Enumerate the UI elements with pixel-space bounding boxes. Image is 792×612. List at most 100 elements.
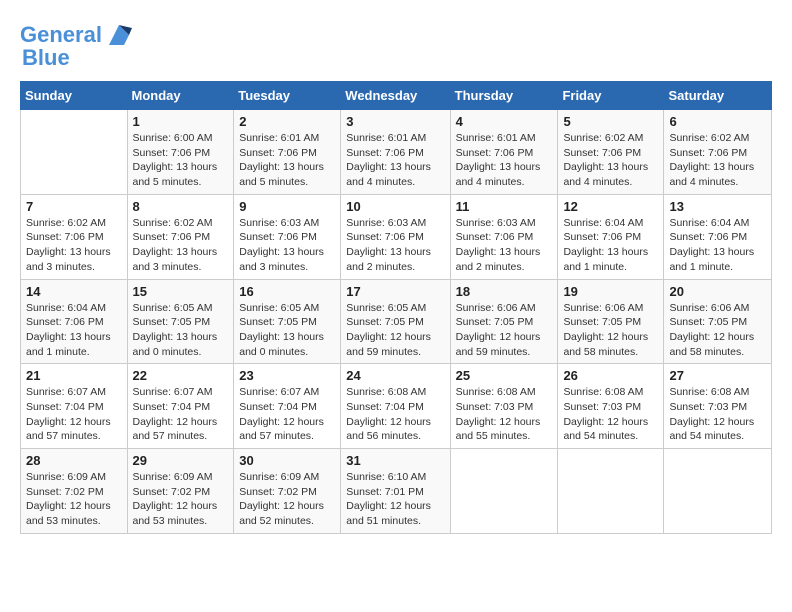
- day-detail: Sunrise: 6:06 AM Sunset: 7:05 PM Dayligh…: [669, 301, 766, 360]
- day-of-week-header: Monday: [127, 82, 234, 110]
- day-detail: Sunrise: 6:03 AM Sunset: 7:06 PM Dayligh…: [346, 216, 444, 275]
- day-detail: Sunrise: 6:02 AM Sunset: 7:06 PM Dayligh…: [669, 131, 766, 190]
- logo: General Blue: [20, 20, 134, 71]
- day-detail: Sunrise: 6:09 AM Sunset: 7:02 PM Dayligh…: [26, 470, 122, 529]
- calendar-cell: 8 Sunrise: 6:02 AM Sunset: 7:06 PM Daylig…: [127, 194, 234, 279]
- day-number: 20: [669, 284, 766, 299]
- day-number: 14: [26, 284, 122, 299]
- day-detail: Sunrise: 6:01 AM Sunset: 7:06 PM Dayligh…: [239, 131, 335, 190]
- day-detail: Sunrise: 6:04 AM Sunset: 7:06 PM Dayligh…: [563, 216, 658, 275]
- day-detail: Sunrise: 6:02 AM Sunset: 7:06 PM Dayligh…: [133, 216, 229, 275]
- calendar-week-row: 21Sunrise: 6:07 AM Sunset: 7:04 PM Dayli…: [21, 364, 772, 449]
- day-detail: Sunrise: 6:07 AM Sunset: 7:04 PM Dayligh…: [239, 385, 335, 444]
- calendar-cell: 15 Sunrise: 6:05 AM Sunset: 7:05 PM Dayli…: [127, 279, 234, 364]
- day-detail: Sunrise: 6:06 AM Sunset: 7:05 PM Dayligh…: [456, 301, 553, 360]
- calendar-cell: 12 Sunrise: 6:04 AM Sunset: 7:06 PM Dayli…: [558, 194, 664, 279]
- day-detail: Sunrise: 6:08 AM Sunset: 7:03 PM Dayligh…: [563, 385, 658, 444]
- calendar-cell: 2 Sunrise: 6:01 AM Sunset: 7:06 PM Daylig…: [234, 110, 341, 195]
- day-detail: Sunrise: 6:05 AM Sunset: 7:05 PM Dayligh…: [239, 301, 335, 360]
- calendar-cell: 6 Sunrise: 6:02 AM Sunset: 7:06 PM Daylig…: [664, 110, 772, 195]
- calendar-cell: 23 Sunrise: 6:07 AM Sunset: 7:04 PM Dayli…: [234, 364, 341, 449]
- day-of-week-header: Tuesday: [234, 82, 341, 110]
- calendar-week-row: 28 Sunrise: 6:09 AM Sunset: 7:02 PM Dayli…: [21, 449, 772, 534]
- calendar-cell: 25Sunrise: 6:08 AM Sunset: 7:03 PM Dayli…: [450, 364, 558, 449]
- day-detail: Sunrise: 6:03 AM Sunset: 7:06 PM Dayligh…: [456, 216, 553, 275]
- calendar-cell: 30 Sunrise: 6:09 AM Sunset: 7:02 PM Dayli…: [234, 449, 341, 534]
- calendar-cell: 14 Sunrise: 6:04 AM Sunset: 7:06 PM Dayli…: [21, 279, 128, 364]
- calendar-cell: 19Sunrise: 6:06 AM Sunset: 7:05 PM Dayli…: [558, 279, 664, 364]
- calendar-cell: 22 Sunrise: 6:07 AM Sunset: 7:04 PM Dayli…: [127, 364, 234, 449]
- day-of-week-header: Friday: [558, 82, 664, 110]
- day-number: 29: [133, 453, 229, 468]
- day-number: 2: [239, 114, 335, 129]
- calendar-cell: 28 Sunrise: 6:09 AM Sunset: 7:02 PM Dayli…: [21, 449, 128, 534]
- day-detail: Sunrise: 6:04 AM Sunset: 7:06 PM Dayligh…: [26, 301, 122, 360]
- day-detail: Sunrise: 6:08 AM Sunset: 7:03 PM Dayligh…: [669, 385, 766, 444]
- calendar-cell: [664, 449, 772, 534]
- day-number: 10: [346, 199, 444, 214]
- day-detail: Sunrise: 6:05 AM Sunset: 7:05 PM Dayligh…: [133, 301, 229, 360]
- calendar-cell: 20 Sunrise: 6:06 AM Sunset: 7:05 PM Dayli…: [664, 279, 772, 364]
- day-detail: Sunrise: 6:05 AM Sunset: 7:05 PM Dayligh…: [346, 301, 444, 360]
- day-detail: Sunrise: 6:03 AM Sunset: 7:06 PM Dayligh…: [239, 216, 335, 275]
- day-number: 22: [133, 368, 229, 383]
- day-number: 4: [456, 114, 553, 129]
- day-of-week-header: Sunday: [21, 82, 128, 110]
- calendar-cell: 9Sunrise: 6:03 AM Sunset: 7:06 PM Daylig…: [234, 194, 341, 279]
- calendar-cell: 13 Sunrise: 6:04 AM Sunset: 7:06 PM Dayli…: [664, 194, 772, 279]
- calendar-cell: 5 Sunrise: 6:02 AM Sunset: 7:06 PM Daylig…: [558, 110, 664, 195]
- day-of-week-header: Saturday: [664, 82, 772, 110]
- day-detail: Sunrise: 6:00 AM Sunset: 7:06 PM Dayligh…: [133, 131, 229, 190]
- day-detail: Sunrise: 6:02 AM Sunset: 7:06 PM Dayligh…: [563, 131, 658, 190]
- day-number: 30: [239, 453, 335, 468]
- day-number: 24: [346, 368, 444, 383]
- calendar-cell: 27 Sunrise: 6:08 AM Sunset: 7:03 PM Dayli…: [664, 364, 772, 449]
- day-number: 15: [133, 284, 229, 299]
- day-number: 18: [456, 284, 553, 299]
- day-detail: Sunrise: 6:07 AM Sunset: 7:04 PM Dayligh…: [26, 385, 122, 444]
- day-number: 16: [239, 284, 335, 299]
- day-detail: Sunrise: 6:08 AM Sunset: 7:03 PM Dayligh…: [456, 385, 553, 444]
- day-detail: Sunrise: 6:08 AM Sunset: 7:04 PM Dayligh…: [346, 385, 444, 444]
- calendar-week-row: 14 Sunrise: 6:04 AM Sunset: 7:06 PM Dayli…: [21, 279, 772, 364]
- calendar-week-row: 7 Sunrise: 6:02 AM Sunset: 7:06 PM Daylig…: [21, 194, 772, 279]
- day-number: 23: [239, 368, 335, 383]
- day-number: 17: [346, 284, 444, 299]
- day-detail: Sunrise: 6:06 AM Sunset: 7:05 PM Dayligh…: [563, 301, 658, 360]
- calendar-cell: 17 Sunrise: 6:05 AM Sunset: 7:05 PM Dayli…: [341, 279, 450, 364]
- calendar-cell: 7 Sunrise: 6:02 AM Sunset: 7:06 PM Daylig…: [21, 194, 128, 279]
- day-number: 13: [669, 199, 766, 214]
- day-detail: Sunrise: 6:09 AM Sunset: 7:02 PM Dayligh…: [239, 470, 335, 529]
- calendar-cell: 29Sunrise: 6:09 AM Sunset: 7:02 PM Dayli…: [127, 449, 234, 534]
- page-header: General Blue: [20, 20, 772, 71]
- day-detail: Sunrise: 6:01 AM Sunset: 7:06 PM Dayligh…: [346, 131, 444, 190]
- day-number: 27: [669, 368, 766, 383]
- calendar-header-row: SundayMondayTuesdayWednesdayThursdayFrid…: [21, 82, 772, 110]
- calendar-cell: 1Sunrise: 6:00 AM Sunset: 7:06 PM Daylig…: [127, 110, 234, 195]
- day-number: 5: [563, 114, 658, 129]
- day-detail: Sunrise: 6:02 AM Sunset: 7:06 PM Dayligh…: [26, 216, 122, 275]
- day-number: 6: [669, 114, 766, 129]
- day-number: 7: [26, 199, 122, 214]
- day-detail: Sunrise: 6:10 AM Sunset: 7:01 PM Dayligh…: [346, 470, 444, 529]
- calendar-cell: 3Sunrise: 6:01 AM Sunset: 7:06 PM Daylig…: [341, 110, 450, 195]
- calendar-cell: 21Sunrise: 6:07 AM Sunset: 7:04 PM Dayli…: [21, 364, 128, 449]
- day-of-week-header: Wednesday: [341, 82, 450, 110]
- calendar-week-row: 1Sunrise: 6:00 AM Sunset: 7:06 PM Daylig…: [21, 110, 772, 195]
- day-number: 12: [563, 199, 658, 214]
- calendar-cell: 11 Sunrise: 6:03 AM Sunset: 7:06 PM Dayli…: [450, 194, 558, 279]
- day-number: 8: [133, 199, 229, 214]
- calendar-cell: 10 Sunrise: 6:03 AM Sunset: 7:06 PM Dayli…: [341, 194, 450, 279]
- calendar-table: SundayMondayTuesdayWednesdayThursdayFrid…: [20, 81, 772, 534]
- logo-icon: [104, 20, 134, 50]
- calendar-cell: 24 Sunrise: 6:08 AM Sunset: 7:04 PM Dayli…: [341, 364, 450, 449]
- day-detail: Sunrise: 6:07 AM Sunset: 7:04 PM Dayligh…: [133, 385, 229, 444]
- day-number: 28: [26, 453, 122, 468]
- calendar-cell: 26Sunrise: 6:08 AM Sunset: 7:03 PM Dayli…: [558, 364, 664, 449]
- day-number: 11: [456, 199, 553, 214]
- day-number: 31: [346, 453, 444, 468]
- day-detail: Sunrise: 6:01 AM Sunset: 7:06 PM Dayligh…: [456, 131, 553, 190]
- calendar-cell: [21, 110, 128, 195]
- day-detail: Sunrise: 6:04 AM Sunset: 7:06 PM Dayligh…: [669, 216, 766, 275]
- day-of-week-header: Thursday: [450, 82, 558, 110]
